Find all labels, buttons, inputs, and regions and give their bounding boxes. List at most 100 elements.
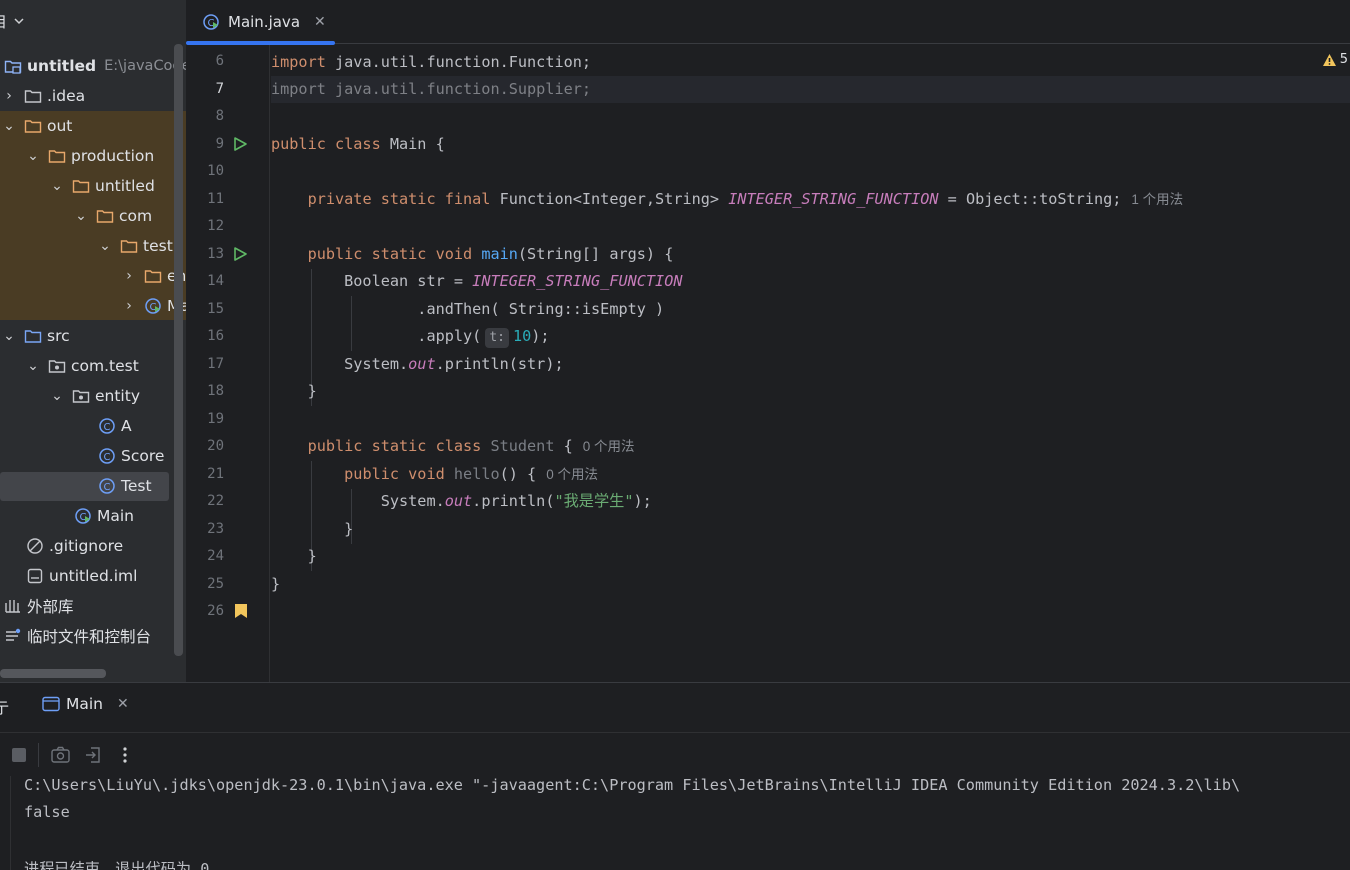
- vertical-scrollbar[interactable]: [174, 44, 183, 656]
- tree-item-com[interactable]: ⌄ com: [74, 201, 152, 231]
- line-number: 8: [215, 108, 224, 124]
- tree-item-scratches[interactable]: 临时文件和控制台: [4, 621, 151, 651]
- line-number: 17: [207, 356, 224, 372]
- tree-item-idea[interactable]: › .idea: [2, 81, 85, 111]
- line-number: 20: [207, 438, 224, 454]
- chevron-down-icon[interactable]: ⌄: [2, 118, 16, 134]
- chevron-down-icon[interactable]: ⌄: [50, 178, 64, 194]
- more-vertical-icon[interactable]: [122, 746, 128, 764]
- run-panel: 亍 Main ✕ C:\Users\LiuYu\.jdks\openjdk-23…: [0, 682, 1350, 870]
- tree-item-label: out: [47, 117, 73, 135]
- bookmark-icon[interactable]: [234, 603, 248, 619]
- tree-item-untitled-out[interactable]: ⌄ untitled: [50, 171, 155, 201]
- line-number: 24: [207, 548, 224, 564]
- tree-item-entity[interactable]: ⌄ entity: [50, 381, 140, 411]
- code-line: }: [271, 547, 317, 565]
- code-line: .apply(t: 10);: [271, 323, 550, 350]
- code-line: }: [271, 575, 281, 593]
- chevron-down-icon[interactable]: [13, 15, 25, 27]
- project-panel-header[interactable]: 目: [0, 0, 186, 42]
- tree-item-class-main[interactable]: C Main: [74, 501, 134, 531]
- usage-hint[interactable]: 0 个用法: [583, 439, 635, 454]
- tree-item-test-out[interactable]: ⌄ test: [98, 231, 173, 261]
- tree-item-label: 外部库: [27, 598, 74, 616]
- console-line: 进程已结束，退出代码为 0: [24, 860, 210, 870]
- folder-orange-icon: [144, 270, 162, 283]
- library-icon: [5, 600, 20, 613]
- warning-indicator[interactable]: 5: [1322, 52, 1348, 67]
- tree-item-class-a[interactable]: C A: [98, 411, 132, 441]
- tree-item-class-test[interactable]: C Test: [98, 471, 152, 501]
- tree-item-label: com: [119, 207, 153, 225]
- camera-icon[interactable]: [51, 746, 70, 763]
- code-line: import java.util.function.Supplier;: [271, 80, 592, 98]
- tree-item-gitignore[interactable]: .gitignore: [26, 531, 123, 561]
- class-main-icon: C: [75, 508, 91, 524]
- tree-item-com-test[interactable]: ⌄ com.test: [26, 351, 139, 381]
- code-line: import java.util.function.Function;: [271, 53, 592, 71]
- tree-item-label: A: [121, 417, 132, 435]
- tree-item-src[interactable]: ⌄ src: [2, 321, 70, 351]
- line-number: 9: [215, 136, 224, 152]
- project-panel: 目 untitled E:\javaCode\ › .idea ⌄ out ⌄ …: [0, 0, 186, 682]
- exit-icon[interactable]: [84, 746, 102, 764]
- chevron-right-icon[interactable]: ›: [2, 88, 16, 104]
- class-icon: C: [99, 448, 115, 464]
- line-number: 23: [207, 521, 224, 537]
- horizontal-scrollbar[interactable]: [0, 669, 106, 678]
- tree-item-out[interactable]: ⌄ out: [2, 111, 72, 141]
- line-number: 26: [207, 603, 224, 619]
- tree-item-label: untitled: [27, 57, 97, 75]
- run-tab-main[interactable]: Main ✕: [42, 695, 129, 713]
- tree-item-production[interactable]: ⌄ production: [26, 141, 154, 171]
- chevron-down-icon[interactable]: ⌄: [74, 208, 88, 224]
- code-line: System.out.println("我是学生");: [271, 492, 652, 510]
- tree-item-label: Main: [97, 507, 135, 525]
- tree-item-untitled-root[interactable]: untitled E:\javaCode\: [4, 51, 186, 81]
- chevron-right-icon[interactable]: ›: [122, 298, 136, 314]
- usage-hint[interactable]: 1 个用法: [1131, 192, 1183, 207]
- folder-orange-icon: [120, 240, 138, 253]
- tree-item-label: Score: [121, 447, 165, 465]
- chevron-down-icon[interactable]: ⌄: [50, 388, 64, 404]
- chevron-down-icon[interactable]: ⌄: [98, 238, 112, 254]
- code-line: private static final Function<Integer,St…: [307, 190, 1184, 208]
- console-line: C:\Users\LiuYu\.jdks\openjdk-23.0.1\bin\…: [24, 776, 1241, 794]
- chevron-down-icon[interactable]: ⌄: [2, 328, 16, 344]
- tree-item-label: 临时文件和控制台: [27, 628, 152, 646]
- close-icon[interactable]: ✕: [117, 696, 129, 712]
- ide-window: 目 untitled E:\javaCode\ › .idea ⌄ out ⌄ …: [0, 0, 1350, 870]
- tab-main-java[interactable]: C Main.java ✕: [186, 0, 335, 45]
- chevron-right-icon[interactable]: ›: [122, 268, 136, 284]
- chevron-down-icon[interactable]: ⌄: [26, 148, 40, 164]
- code-editor[interactable]: import java.util.function.Function; impo…: [271, 45, 1350, 682]
- run-panel-title: 亍: [0, 699, 10, 717]
- tree-item-label: Test: [121, 477, 152, 495]
- console-output[interactable]: C:\Users\LiuYu\.jdks\openjdk-23.0.1\bin\…: [10, 776, 1350, 870]
- tree-item-label: com.test: [71, 357, 139, 375]
- source-folder-icon: [24, 330, 42, 343]
- line-number: 6: [215, 53, 224, 69]
- tree-item-label: entity: [95, 387, 140, 405]
- warning-count: 5: [1339, 52, 1348, 67]
- line-number: 11: [207, 191, 224, 207]
- code-line: }: [271, 520, 354, 538]
- line-number: 12: [207, 218, 224, 234]
- run-gutter-icon[interactable]: [232, 136, 248, 152]
- run-gutter-icon[interactable]: [232, 246, 248, 262]
- tree-item-label: untitled: [95, 177, 155, 195]
- tree-item-external-libraries[interactable]: 外部库: [4, 591, 74, 621]
- line-number: 19: [207, 411, 224, 427]
- parameter-hint: t:: [485, 328, 509, 348]
- stop-icon[interactable]: [11, 747, 27, 763]
- usage-hint[interactable]: 0 个用法: [546, 467, 598, 482]
- tree-item-iml[interactable]: untitled.iml: [26, 561, 137, 591]
- folder-icon: [24, 90, 42, 103]
- chevron-down-icon[interactable]: ⌄: [26, 358, 40, 374]
- module-folder-icon: [4, 60, 22, 74]
- tree-item-label: .gitignore: [49, 537, 124, 555]
- close-icon[interactable]: ✕: [314, 14, 326, 30]
- code-line: public static class Student {0 个用法: [307, 437, 635, 455]
- tree-item-class-score[interactable]: C Score: [98, 441, 164, 471]
- toolbar-divider: [38, 743, 39, 767]
